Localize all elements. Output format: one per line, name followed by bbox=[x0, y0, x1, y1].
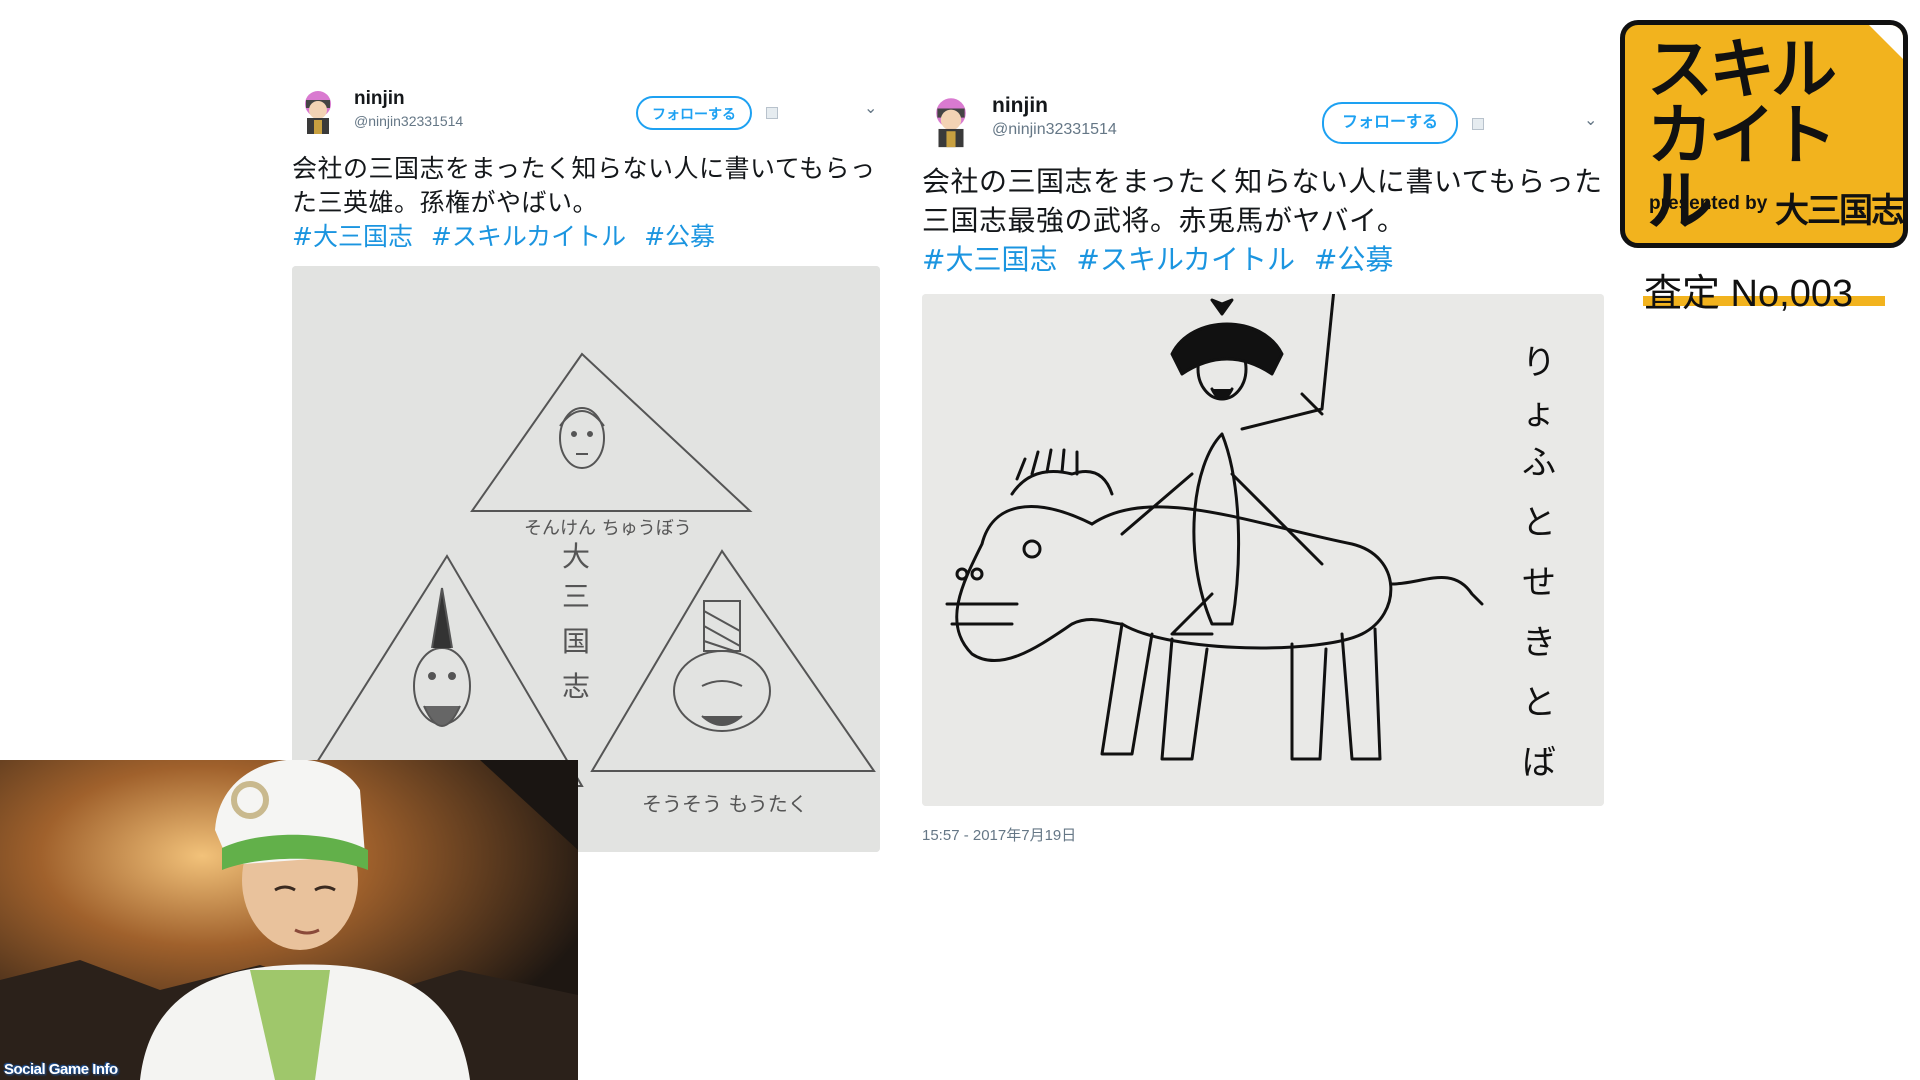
hashtag-link[interactable]: #スキルカイトル bbox=[431, 222, 626, 251]
follow-button[interactable]: フォローする bbox=[636, 96, 752, 130]
drawing-label-vertical: り ょ ふ と せ き と ば bbox=[1522, 343, 1556, 783]
drawing-general-on-horse: り ょ ふ と せ き と ば bbox=[922, 294, 1604, 806]
tweet-timestamp[interactable]: 15:57 - 2017年7月19日 bbox=[922, 824, 1604, 845]
svg-text:と: と bbox=[1522, 503, 1556, 543]
svg-text:ょ: ょ bbox=[1522, 393, 1556, 433]
svg-text:ば: ば bbox=[1522, 743, 1556, 783]
tweet-hashtags: #大三国志 #スキルカイトル #公募 bbox=[922, 240, 1604, 280]
display-name[interactable]: ninjin bbox=[354, 88, 463, 110]
svg-text:国: 国 bbox=[562, 625, 590, 658]
game-logo: 大三国志 bbox=[1775, 191, 1903, 231]
tweet-author: ninjin @ninjin32331514 bbox=[354, 88, 463, 132]
watermark: Social Game Info bbox=[4, 1061, 118, 1078]
svg-text:ふ: ふ bbox=[1522, 443, 1556, 483]
svg-text:り: り bbox=[1522, 343, 1556, 383]
chevron-down-icon[interactable]: ⌄ bbox=[1584, 110, 1597, 129]
svg-text:せ: せ bbox=[1522, 563, 1556, 603]
user-handle[interactable]: @ninjin32331514 bbox=[992, 118, 1117, 142]
assessment-number: 査定 No,003 bbox=[1644, 273, 1854, 315]
presenter-video bbox=[0, 760, 578, 1080]
follow-button[interactable]: フォローする bbox=[1322, 102, 1459, 144]
tweet-author: ninjin @ninjin32331514 bbox=[992, 94, 1117, 142]
stream-screen: ninjin @ninjin32331514 フォローする ⌄ 会社の三国志をま… bbox=[0, 0, 1920, 1080]
tweet-header: ninjin @ninjin32331514 フォローする ⌄ bbox=[922, 90, 1604, 150]
twitter-logo-icon bbox=[1472, 118, 1484, 130]
display-name[interactable]: ninjin bbox=[992, 94, 1117, 118]
hashtag-link[interactable]: #公募 bbox=[1314, 243, 1393, 276]
svg-text:三: 三 bbox=[562, 580, 590, 613]
avatar[interactable] bbox=[926, 92, 976, 150]
svg-text:志: 志 bbox=[562, 670, 590, 703]
avatar[interactable] bbox=[296, 86, 340, 136]
tweet-hashtags: #大三国志 #スキルカイトル #公募 bbox=[292, 220, 882, 254]
chevron-down-icon[interactable]: ⌄ bbox=[864, 98, 877, 117]
hashtag-link[interactable]: #公募 bbox=[644, 222, 715, 251]
tweet-image-general-on-horse[interactable]: り ょ ふ と せ き と ば bbox=[922, 294, 1604, 806]
drawing-label: そうそう もうたく bbox=[642, 792, 808, 816]
tweet-header: ninjin @ninjin32331514 フォローする ⌄ bbox=[292, 84, 882, 144]
webcam-overlay: Social Game Info bbox=[0, 760, 578, 1080]
tweet-text: 会社の三国志をまったく知らない人に書いてもらった三英雄。孫権がやばい。 bbox=[292, 154, 876, 217]
hashtag-link[interactable]: #大三国志 bbox=[922, 243, 1057, 276]
svg-text:と: と bbox=[1522, 683, 1556, 723]
svg-text:大: 大 bbox=[562, 540, 590, 573]
twitter-logo-icon bbox=[766, 107, 778, 119]
tweet-text: 会社の三国志をまったく知らない人に書いてもらった三国志最強の武将。赤兎馬がヤバイ… bbox=[922, 165, 1603, 237]
badge-presented-by: presented by bbox=[1649, 193, 1768, 214]
hashtag-link[interactable]: #スキルカイトル bbox=[1076, 243, 1295, 276]
svg-text:き: き bbox=[1522, 623, 1556, 663]
tweet-card: ninjin @ninjin32331514 フォローする ⌄ 会社の三国志をま… bbox=[922, 90, 1604, 845]
drawing-label: そんけん ちゅうぼう bbox=[524, 518, 692, 539]
tweet-card: ninjin @ninjin32331514 フォローする ⌄ 会社の三国志をま… bbox=[292, 84, 882, 852]
skill-kaitoru-logo: スキルカイトル presented by 大三国志 bbox=[1620, 20, 1908, 248]
hashtag-link[interactable]: #大三国志 bbox=[292, 222, 413, 251]
user-handle[interactable]: @ninjin32331514 bbox=[354, 110, 463, 132]
